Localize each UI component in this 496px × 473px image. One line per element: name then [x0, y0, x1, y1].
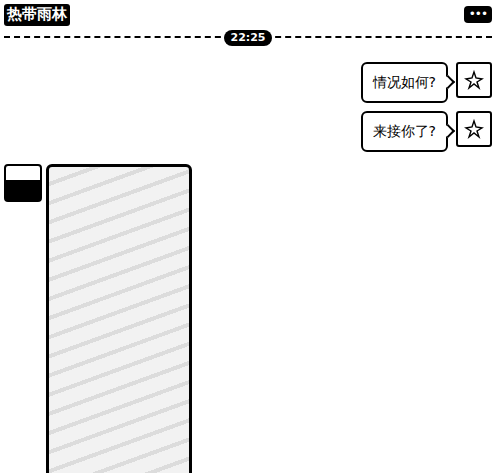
more-button[interactable]: ••• — [464, 6, 492, 23]
avatar-icon[interactable] — [456, 111, 492, 147]
chat-title: 热带雨林 — [4, 4, 70, 26]
message-row: 来接你了? — [0, 111, 496, 152]
avatar-icon[interactable] — [4, 164, 42, 202]
message-row — [0, 164, 496, 473]
chat-header: 热带雨林 ••• — [0, 0, 496, 26]
message-list: 情况如何? 来接你了? — [0, 62, 496, 473]
message-row: 情况如何? — [0, 62, 496, 103]
message-bubble[interactable]: 情况如何? — [361, 62, 448, 103]
video-message[interactable] — [46, 164, 192, 473]
timestamp: 22:25 — [224, 30, 271, 46]
avatar-icon[interactable] — [456, 62, 492, 98]
time-row: 22:25 — [0, 38, 496, 46]
message-bubble[interactable]: 来接你了? — [361, 111, 448, 152]
